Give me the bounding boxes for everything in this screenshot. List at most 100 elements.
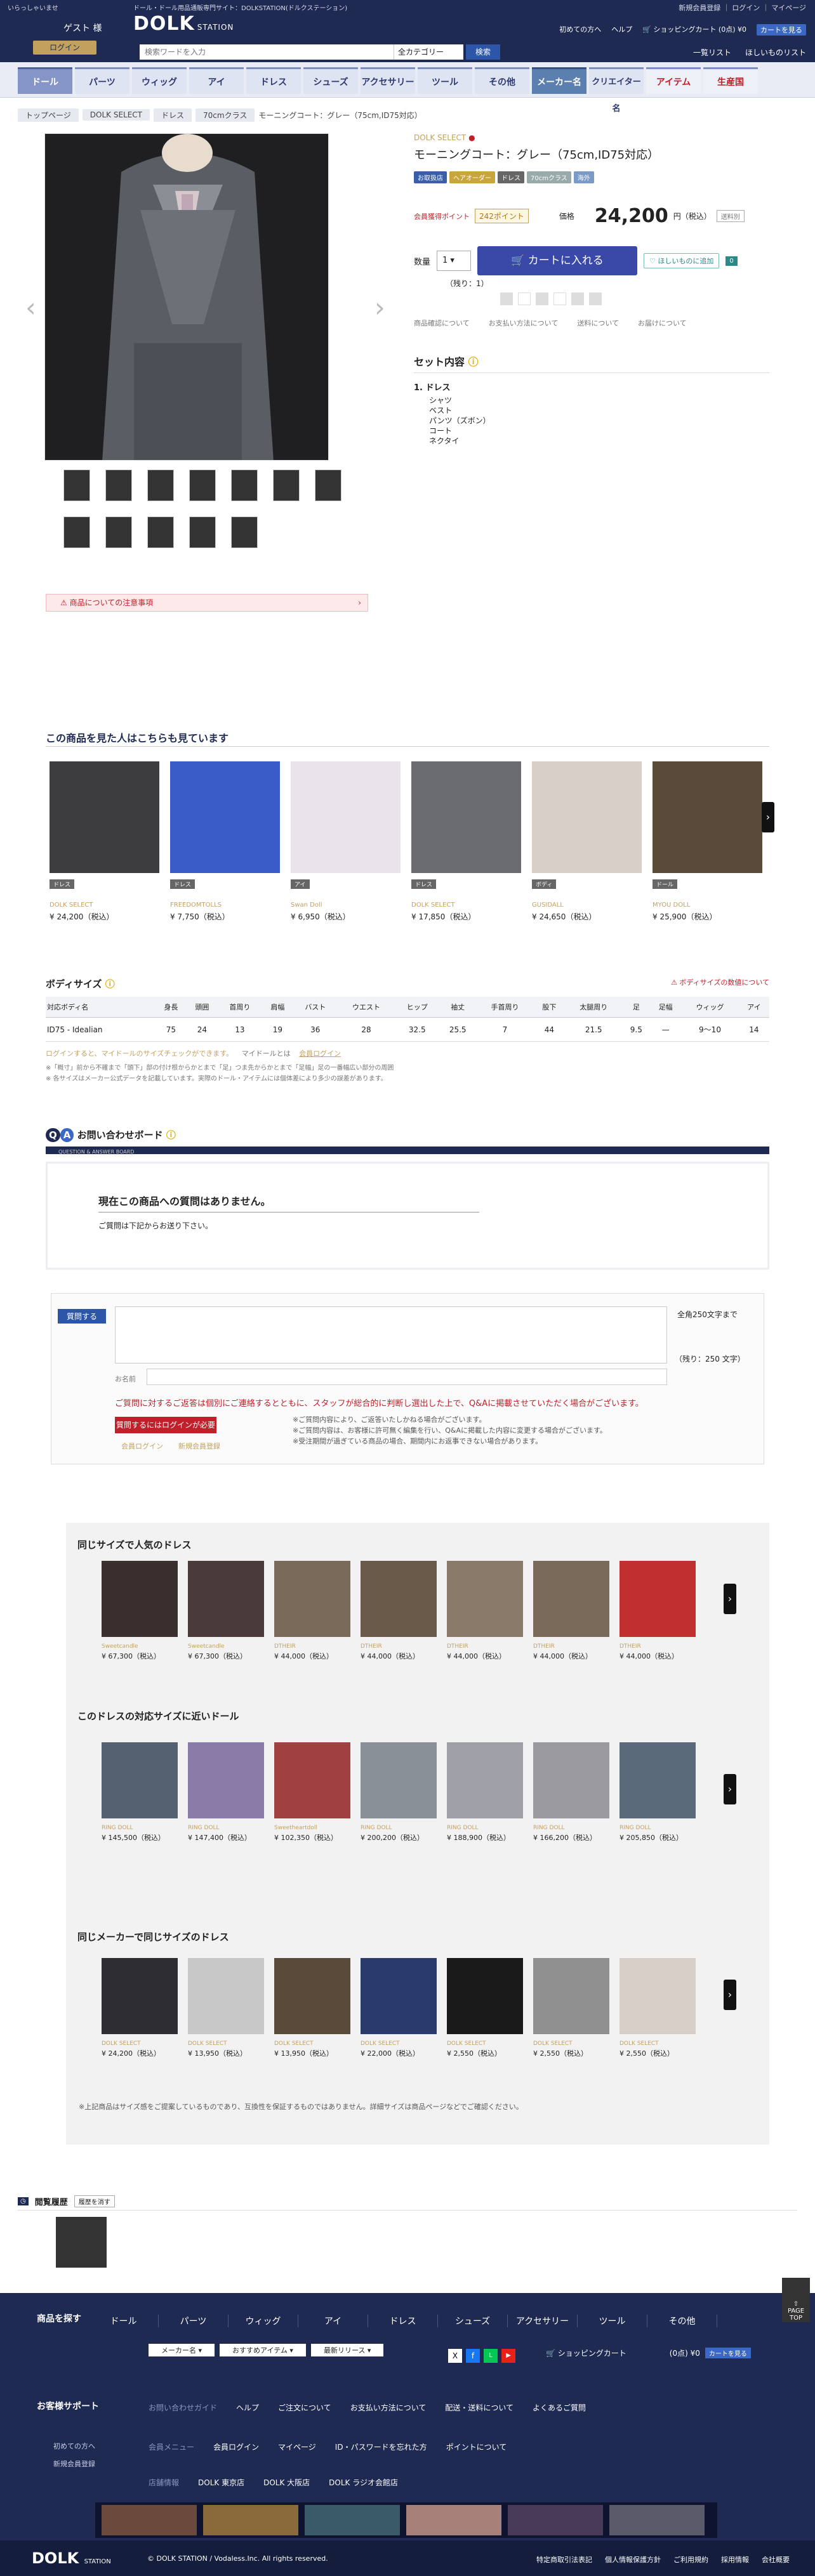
- thumbnail[interactable]: [231, 470, 258, 501]
- add-favorite-button[interactable]: ♡ ほしいものに追加: [644, 253, 720, 268]
- related-item[interactable]: DOLK SELECT ¥ 13,950（税込）: [274, 1958, 350, 2058]
- product-notice[interactable]: ⚠ 商品についての注意事項 ›: [46, 594, 368, 612]
- footer-nav-item[interactable]: その他: [647, 2315, 717, 2327]
- related-item[interactable]: DOLK SELECT ¥ 24,200（税込）: [102, 1958, 178, 2058]
- qty-select[interactable]: 1 ▾: [437, 251, 472, 271]
- item-image[interactable]: [411, 761, 521, 873]
- footer-link[interactable]: よくあるご質問: [533, 2402, 586, 2413]
- name-input[interactable]: [147, 1369, 667, 1385]
- footer-nav-item[interactable]: ウィッグ: [229, 2315, 298, 2327]
- thumbnail[interactable]: [189, 470, 216, 501]
- item-maker[interactable]: DTHEIR: [274, 1643, 350, 1650]
- search-input[interactable]: [140, 44, 394, 60]
- qa-register-link[interactable]: 新規会員登録: [178, 1441, 220, 1451]
- recommended-item[interactable]: ドレス DOLK SELECT ¥ 24,200（税込）: [50, 761, 159, 922]
- body-size-notice[interactable]: ⚠ ボディサイズの数値について: [671, 977, 769, 990]
- product-info-link[interactable]: 送料について: [577, 318, 619, 328]
- nav-item[interactable]: クリエイター名: [589, 67, 644, 114]
- banner[interactable]: [305, 2505, 400, 2535]
- item-image[interactable]: [188, 1958, 264, 2034]
- banner[interactable]: [609, 2505, 705, 2535]
- thumbnail[interactable]: [147, 516, 174, 548]
- recommended-item[interactable]: ドール MYOU DOLL ¥ 25,900（税込）: [653, 761, 762, 922]
- product-info-link[interactable]: お届けについて: [638, 318, 687, 328]
- footer-link[interactable]: DOLK 東京店: [198, 2477, 244, 2488]
- footer-link[interactable]: ヘルプ: [236, 2402, 259, 2413]
- item-maker[interactable]: DOLK SELECT: [274, 2040, 350, 2047]
- related-item[interactable]: DOLK SELECT ¥ 13,950（税込）: [188, 1958, 264, 2058]
- youtube-icon[interactable]: ▶: [501, 2349, 515, 2363]
- line-icon[interactable]: L: [484, 2349, 498, 2363]
- item-image[interactable]: [620, 1561, 696, 1637]
- legal-link[interactable]: 採用情報: [721, 2554, 749, 2565]
- page-top-button[interactable]: ⇧ PAGE TOP: [782, 2278, 810, 2322]
- nav-item[interactable]: 生産国: [703, 67, 758, 94]
- item-image[interactable]: [620, 1742, 696, 1818]
- footer-release-select[interactable]: 最新リリース ▾: [310, 2344, 384, 2356]
- item-maker[interactable]: Sweetcandle: [102, 1643, 178, 1650]
- footer-nav-item[interactable]: シューズ: [438, 2315, 508, 2327]
- item-maker[interactable]: DOLK SELECT: [411, 902, 521, 909]
- product-main-image[interactable]: [44, 133, 329, 461]
- search-button[interactable]: 検索: [466, 44, 500, 60]
- login-button[interactable]: ログイン: [33, 41, 96, 55]
- item-image[interactable]: [170, 761, 280, 873]
- question-textarea[interactable]: [115, 1306, 667, 1364]
- footer-link[interactable]: マイページ: [278, 2441, 316, 2452]
- item-maker[interactable]: RING DOLL: [361, 1825, 437, 1831]
- item-maker[interactable]: RING DOLL: [188, 1825, 264, 1831]
- footer-cart[interactable]: 🛒 ショッピングカート (0点) ¥0 カートを見る: [546, 2348, 751, 2358]
- item-maker[interactable]: Sweetcandle: [188, 1643, 264, 1650]
- footer-item-select[interactable]: おすすめアイテム ▾: [220, 2344, 306, 2356]
- also-viewed-next-icon[interactable]: ›: [762, 802, 774, 832]
- related-item[interactable]: DTHEIR ¥ 44,000（税込）: [533, 1561, 609, 1661]
- add-to-cart-button[interactable]: 🛒 カートに入れる: [477, 246, 638, 275]
- item-image[interactable]: [532, 761, 642, 873]
- thumbnail[interactable]: [315, 470, 341, 501]
- related-item[interactable]: Sweetheartdoll ¥ 102,350（税込）: [274, 1742, 350, 1843]
- related-item[interactable]: RING DOLL ¥ 200,200（税込）: [361, 1742, 437, 1843]
- banner[interactable]: [102, 2505, 197, 2535]
- related-item[interactable]: DTHEIR ¥ 44,000（税込）: [274, 1561, 350, 1661]
- item-image[interactable]: [102, 1561, 178, 1637]
- nav-item[interactable]: メーカー名: [532, 67, 586, 94]
- near-dolls-next-icon[interactable]: ›: [724, 1774, 736, 1804]
- item-maker[interactable]: DTHEIR: [361, 1643, 437, 1650]
- footer-maker-select[interactable]: メーカー名 ▾: [149, 2344, 215, 2356]
- nav-item[interactable]: その他: [475, 67, 529, 94]
- login-link[interactable]: 会員ログイン: [299, 1049, 341, 1058]
- clear-history-button[interactable]: 履歴を消す: [74, 2195, 115, 2207]
- nav-item[interactable]: パーツ: [75, 67, 129, 94]
- item-image[interactable]: [274, 1742, 350, 1818]
- item-maker[interactable]: DOLK SELECT: [533, 2040, 609, 2047]
- mail-share-icon[interactable]: [571, 292, 584, 305]
- item-maker[interactable]: RING DOLL: [102, 1825, 178, 1831]
- site-logo[interactable]: DOLK STATION: [133, 13, 234, 35]
- next-image-icon[interactable]: ›: [374, 292, 385, 323]
- recommended-item[interactable]: ドレス FREEDOMTOLLS ¥ 7,750（税込）: [170, 761, 280, 922]
- category-select[interactable]: 全カテゴリー: [394, 44, 463, 60]
- item-image[interactable]: [361, 1561, 437, 1637]
- footer-link[interactable]: 会員ログイン: [213, 2441, 259, 2452]
- related-item[interactable]: DTHEIR ¥ 44,000（税込）: [447, 1561, 523, 1661]
- legal-link[interactable]: 会社概要: [762, 2554, 790, 2565]
- first-time-link[interactable]: 初めての方へ: [559, 24, 601, 36]
- maker-label[interactable]: DOLK SELECT ●: [414, 133, 769, 142]
- breadcrumb-item[interactable]: ドレス: [154, 108, 192, 122]
- item-maker[interactable]: DTHEIR: [620, 1643, 696, 1650]
- item-image[interactable]: [533, 1561, 609, 1637]
- item-maker[interactable]: DOLK SELECT: [447, 2040, 523, 2047]
- nav-item[interactable]: アイテム: [646, 67, 701, 94]
- item-maker[interactable]: RING DOLL: [620, 1825, 696, 1831]
- footer-link[interactable]: ご注文について: [278, 2402, 331, 2413]
- thumbnail[interactable]: [63, 516, 90, 548]
- item-maker[interactable]: DOLK SELECT: [361, 2040, 437, 2047]
- thumbnail[interactable]: [63, 470, 90, 501]
- nav-item[interactable]: シューズ: [303, 67, 358, 94]
- item-image[interactable]: [653, 761, 762, 873]
- related-item[interactable]: DOLK SELECT ¥ 2,550（税込）: [533, 1958, 609, 2058]
- thumbnail[interactable]: [105, 470, 132, 501]
- item-maker[interactable]: DOLK SELECT: [620, 2040, 696, 2047]
- breadcrumb-item[interactable]: 70cmクラス: [195, 108, 255, 122]
- breadcrumb-item[interactable]: トップページ: [18, 108, 79, 122]
